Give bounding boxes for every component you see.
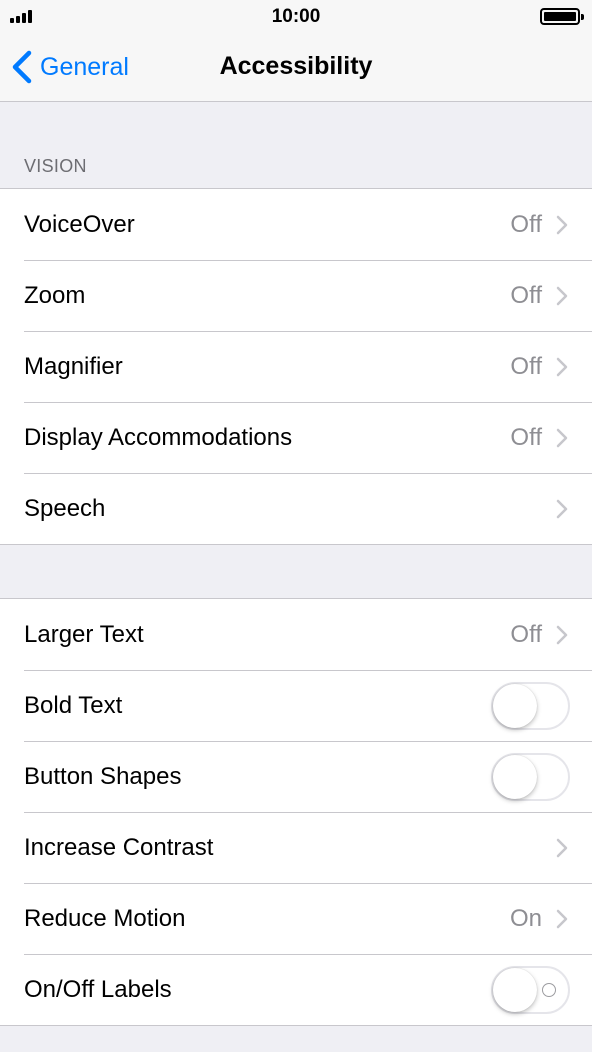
row-speech[interactable]: Speech bbox=[0, 473, 592, 544]
row-value: Off bbox=[510, 281, 542, 309]
row-bold-text: Bold Text bbox=[0, 670, 592, 741]
toggle-knob bbox=[493, 754, 537, 799]
row-display-accommodations[interactable]: Display Accommodations Off bbox=[0, 402, 592, 473]
chevron-right-icon bbox=[556, 215, 568, 234]
chevron-right-icon bbox=[556, 286, 568, 305]
battery-icon bbox=[540, 8, 584, 25]
chevron-right-icon bbox=[556, 625, 568, 644]
button-shapes-toggle[interactable] bbox=[491, 752, 570, 801]
row-button-shapes: Button Shapes bbox=[0, 741, 592, 812]
toggle-knob bbox=[493, 967, 537, 1012]
toggle-knob bbox=[493, 683, 537, 728]
row-value: Off bbox=[510, 210, 542, 238]
off-circle-icon bbox=[542, 982, 556, 997]
row-label: Button Shapes bbox=[24, 762, 182, 790]
accessibility-screen: 10:00 General Accessibility VISION Voice… bbox=[0, 0, 592, 1052]
row-label: Increase Contrast bbox=[24, 833, 214, 861]
row-label: Display Accommodations bbox=[24, 423, 293, 451]
row-label: Magnifier bbox=[24, 352, 123, 380]
row-label: Bold Text bbox=[24, 691, 123, 719]
row-label: VoiceOver bbox=[24, 210, 135, 238]
bold-text-toggle[interactable] bbox=[491, 681, 570, 730]
row-label: Speech bbox=[24, 494, 106, 522]
text-settings-group: Larger Text Off Bold Text Button Shapes … bbox=[0, 598, 592, 1026]
navigation-bar: General Accessibility bbox=[0, 34, 592, 102]
row-label: Zoom bbox=[24, 281, 86, 309]
row-on-off-labels: On/Off Labels bbox=[0, 954, 592, 1025]
chevron-right-icon bbox=[556, 499, 568, 518]
row-label: Reduce Motion bbox=[24, 904, 186, 932]
row-value: On bbox=[509, 904, 542, 932]
row-increase-contrast[interactable]: Increase Contrast bbox=[0, 812, 592, 883]
on-off-labels-toggle[interactable] bbox=[491, 965, 570, 1014]
status-bar: 10:00 bbox=[0, 0, 592, 34]
row-label: On/Off Labels bbox=[24, 975, 172, 1003]
row-zoom[interactable]: Zoom Off bbox=[0, 260, 592, 331]
vision-group: VoiceOver Off Zoom Off Magnifier Off Dis… bbox=[0, 188, 592, 545]
row-magnifier[interactable]: Magnifier Off bbox=[0, 331, 592, 402]
row-label: Larger Text bbox=[24, 620, 144, 648]
row-value: Off bbox=[510, 620, 542, 648]
row-value: Off bbox=[510, 352, 542, 380]
chevron-right-icon bbox=[556, 357, 568, 376]
row-value: Off bbox=[510, 423, 542, 451]
chevron-right-icon bbox=[556, 838, 568, 857]
section-header-vision: VISION bbox=[24, 156, 87, 176]
row-reduce-motion[interactable]: Reduce Motion On bbox=[0, 883, 592, 954]
row-voiceover[interactable]: VoiceOver Off bbox=[0, 189, 592, 260]
chevron-right-icon bbox=[556, 909, 568, 928]
chevron-right-icon bbox=[556, 428, 568, 447]
row-larger-text[interactable]: Larger Text Off bbox=[0, 599, 592, 670]
status-time: 10:00 bbox=[271, 6, 321, 27]
page-title: Accessibility bbox=[219, 52, 373, 80]
